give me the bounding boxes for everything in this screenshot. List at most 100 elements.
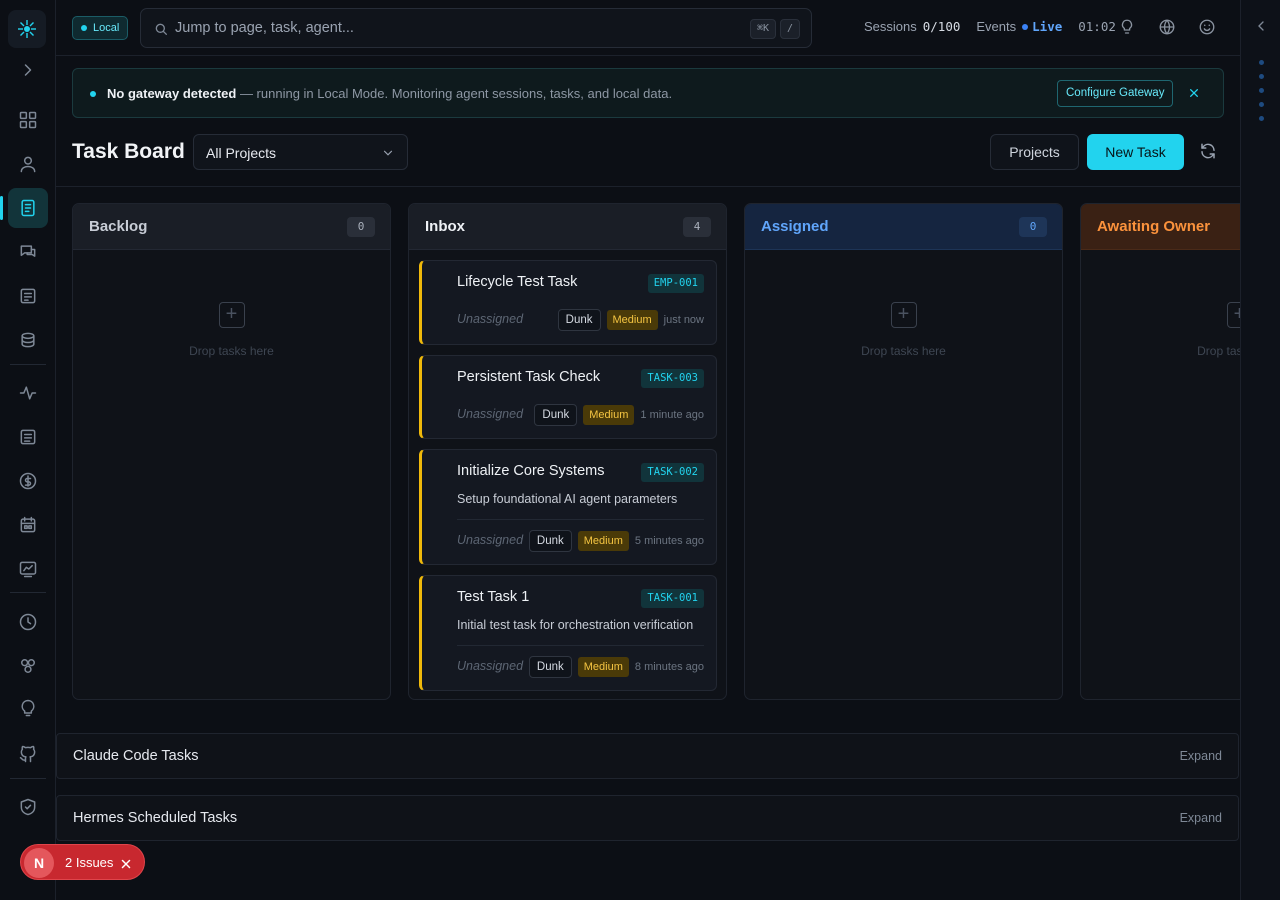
column-title: Backlog xyxy=(89,218,148,235)
mode-badge[interactable]: Local xyxy=(72,16,129,40)
database-icon[interactable] xyxy=(8,320,48,360)
status-readouts: Sessions 0/100 Events Live 01:02 xyxy=(864,19,1116,34)
task-timestamp: 8 minutes ago xyxy=(634,661,704,673)
logs-icon[interactable] xyxy=(8,417,48,457)
expand-button[interactable]: Expand xyxy=(1180,811,1222,825)
security-shield-icon[interactable] xyxy=(8,787,48,827)
integrations-icon[interactable] xyxy=(8,646,48,686)
tasks-icon[interactable] xyxy=(0,188,48,228)
status-dot xyxy=(81,25,87,31)
task-tag: Dunk xyxy=(528,656,572,678)
task-tag: Dunk xyxy=(528,530,572,552)
task-tag: Dunk xyxy=(557,309,601,331)
shortcut-key: / xyxy=(780,19,801,39)
task-id: EMP-001 xyxy=(647,274,704,293)
dashboard-icon[interactable] xyxy=(8,100,48,140)
plus-icon: + xyxy=(890,302,917,328)
calendar-icon[interactable] xyxy=(8,505,48,545)
task-tag: Dunk xyxy=(534,404,578,426)
search-input[interactable]: Jump to page, task, agent... ⌘K / xyxy=(140,8,812,48)
configure-gateway-button[interactable]: Configure Gateway xyxy=(1057,80,1174,107)
chevron-down-icon xyxy=(381,146,395,160)
task-title: Persistent Task Check xyxy=(457,369,601,385)
search-placeholder: Jump to page, task, agent... xyxy=(175,20,354,36)
task-description: Setup foundational AI agent parameters xyxy=(457,492,678,506)
cost-icon[interactable] xyxy=(8,461,48,501)
project-filter-value: All Projects xyxy=(206,145,277,161)
task-id: TASK-002 xyxy=(641,463,704,482)
task-card[interactable]: Lifecycle Test Task EMP-001 Unassigned D… xyxy=(419,260,717,345)
lightbulb-icon[interactable] xyxy=(1118,18,1136,36)
banner-dot xyxy=(90,91,96,97)
smiley-icon[interactable] xyxy=(1198,18,1216,36)
panel-indicator-dot[interactable] xyxy=(1259,102,1264,107)
column-title: Assigned xyxy=(761,218,829,235)
column-awaiting-owner[interactable]: Awaiting Owner + Drop tasks here xyxy=(1080,203,1240,700)
column-inbox[interactable]: Inbox 4 Lifecycle Test Task EMP-001 Unas… xyxy=(408,203,727,700)
claude-code-tasks-section[interactable]: Claude Code Tasks Expand xyxy=(56,733,1239,779)
task-title: Test Task 1 xyxy=(457,589,530,605)
events-live-indicator[interactable]: Live xyxy=(1022,19,1062,34)
sidebar-divider xyxy=(10,592,46,593)
agents-icon[interactable] xyxy=(8,144,48,184)
card-divider xyxy=(457,645,704,646)
issues-toast[interactable]: N 2 Issues xyxy=(20,844,145,880)
activity-icon[interactable] xyxy=(8,373,48,413)
column-assigned[interactable]: Assigned 0 + Drop tasks here xyxy=(744,203,1063,700)
empty-drop-zone[interactable]: + Drop tasks here xyxy=(73,302,390,358)
sessions-label: Sessions xyxy=(864,19,917,34)
project-filter-select[interactable]: All Projects xyxy=(193,134,408,170)
sessions-value: 0/100 xyxy=(922,19,961,34)
task-id: TASK-001 xyxy=(641,589,704,608)
docs-icon[interactable] xyxy=(8,276,48,316)
projects-button[interactable]: Projects xyxy=(990,134,1079,170)
task-assignee: Unassigned xyxy=(457,533,524,547)
empty-drop-zone[interactable]: + Drop tasks here xyxy=(1081,302,1240,358)
column-count: 0 xyxy=(347,217,375,237)
column-backlog[interactable]: Backlog 0 + Drop tasks here xyxy=(72,203,391,700)
task-assignee: Unassigned xyxy=(457,659,524,673)
task-title: Initialize Core Systems xyxy=(457,463,605,479)
issues-avatar: N xyxy=(24,848,54,878)
expand-button[interactable]: Expand xyxy=(1180,749,1222,763)
chat-icon[interactable] xyxy=(8,232,48,272)
search-icon xyxy=(153,21,169,37)
new-task-button[interactable]: New Task xyxy=(1087,134,1184,170)
task-timestamp: just now xyxy=(663,314,704,326)
expand-sidebar-icon[interactable] xyxy=(8,50,48,90)
chevron-left-icon[interactable] xyxy=(1253,18,1269,34)
history-icon[interactable] xyxy=(8,602,48,642)
refresh-icon[interactable] xyxy=(1199,142,1217,160)
task-badges: Dunk Medium just now xyxy=(557,309,704,331)
sidebar-divider xyxy=(10,778,46,779)
github-icon[interactable] xyxy=(8,734,48,774)
task-meta: Unassigned Dunk Medium 5 minutes ago xyxy=(457,530,704,552)
ideas-icon[interactable] xyxy=(8,688,48,728)
task-card[interactable]: Persistent Task Check TASK-003 Unassigne… xyxy=(419,355,717,439)
close-icon[interactable] xyxy=(1186,85,1202,101)
column-title: Awaiting Owner xyxy=(1097,218,1211,235)
task-meta: Unassigned Dunk Medium just now xyxy=(457,309,704,331)
column-count: 4 xyxy=(683,217,711,237)
panel-indicator-dot[interactable] xyxy=(1259,74,1264,79)
task-card[interactable]: Test Task 1 TASK-001 Initial test task f… xyxy=(419,575,717,691)
plus-icon: + xyxy=(218,302,245,328)
section-title: Hermes Scheduled Tasks xyxy=(73,810,238,826)
mode-label: Local xyxy=(93,22,120,34)
panel-indicator-dot[interactable] xyxy=(1259,88,1264,93)
globe-icon[interactable] xyxy=(1158,18,1176,36)
hermes-scheduled-tasks-section[interactable]: Hermes Scheduled Tasks Expand xyxy=(56,795,1239,841)
shortcut-key: ⌘K xyxy=(750,19,777,39)
close-icon[interactable] xyxy=(120,857,132,869)
analytics-icon[interactable] xyxy=(8,549,48,589)
task-card[interactable]: Initialize Core Systems TASK-002 Setup f… xyxy=(419,449,717,565)
panel-indicator-dot[interactable] xyxy=(1259,116,1264,121)
empty-drop-zone[interactable]: + Drop tasks here xyxy=(745,302,1062,358)
plus-icon: + xyxy=(1226,302,1240,328)
column-header: Backlog 0 xyxy=(73,204,390,250)
events-status: Live xyxy=(1032,19,1063,34)
task-assignee: Unassigned xyxy=(457,407,524,421)
clock: 01:02 xyxy=(1078,19,1116,34)
panel-indicator-dot[interactable] xyxy=(1259,60,1264,65)
app-logo-icon[interactable] xyxy=(8,10,46,48)
